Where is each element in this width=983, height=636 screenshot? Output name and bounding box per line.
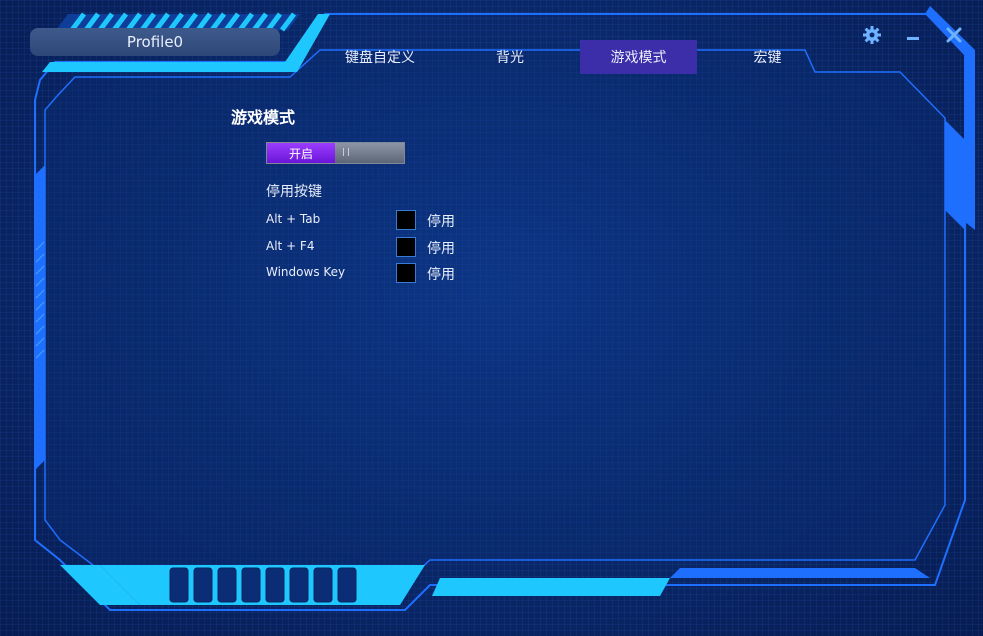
- panel-outline: [44, 49, 946, 579]
- tab-macro[interactable]: 宏键: [730, 40, 805, 74]
- disable-checkbox-alt-f4[interactable]: [396, 237, 416, 257]
- disable-keys-title: 停用按键: [266, 184, 322, 200]
- key-label: Alt + Tab: [266, 212, 321, 226]
- disable-checkbox-alt-tab[interactable]: [396, 210, 416, 230]
- tab-game-mode[interactable]: 游戏模式: [580, 40, 697, 74]
- key-row-alt-tab: Alt + Tab 停用: [266, 210, 496, 232]
- key-row-alt-f4: Alt + F4 停用: [266, 237, 496, 259]
- disable-checkbox-windows-key[interactable]: [396, 263, 416, 283]
- toggle-on-label: 开启: [267, 143, 335, 163]
- toggle-grip-icon: [343, 148, 349, 156]
- minimize-icon[interactable]: [902, 24, 924, 46]
- key-label: Windows Key: [266, 265, 346, 279]
- gear-icon[interactable]: [860, 24, 884, 46]
- key-row-windows-key: Windows Key 停用: [266, 263, 496, 285]
- right-side-bar: [945, 120, 965, 230]
- tab-backlight[interactable]: 背光: [470, 40, 550, 74]
- close-icon[interactable]: [942, 24, 966, 46]
- bottom-accent-main: [100, 565, 425, 605]
- tab-keyboard-customize[interactable]: 键盘自定义: [325, 40, 435, 74]
- game-mode-toggle[interactable]: 开启: [266, 142, 405, 164]
- bottom-accent-right: [432, 578, 670, 596]
- checkbox-label: 停用: [427, 214, 455, 230]
- section-title: 游戏模式: [231, 108, 296, 127]
- bottom-accent-edge: [670, 568, 930, 578]
- checkbox-label: 停用: [427, 267, 455, 283]
- decorative-frame: [34, 6, 975, 611]
- key-label: Alt + F4: [266, 239, 315, 253]
- checkbox-label: 停用: [427, 241, 455, 257]
- profile-selector[interactable]: Profile0: [30, 28, 280, 56]
- app-window: Profile0 键盘自定义 背光 游戏模式 宏键 游戏模式 开启 停用按键 A…: [0, 0, 983, 636]
